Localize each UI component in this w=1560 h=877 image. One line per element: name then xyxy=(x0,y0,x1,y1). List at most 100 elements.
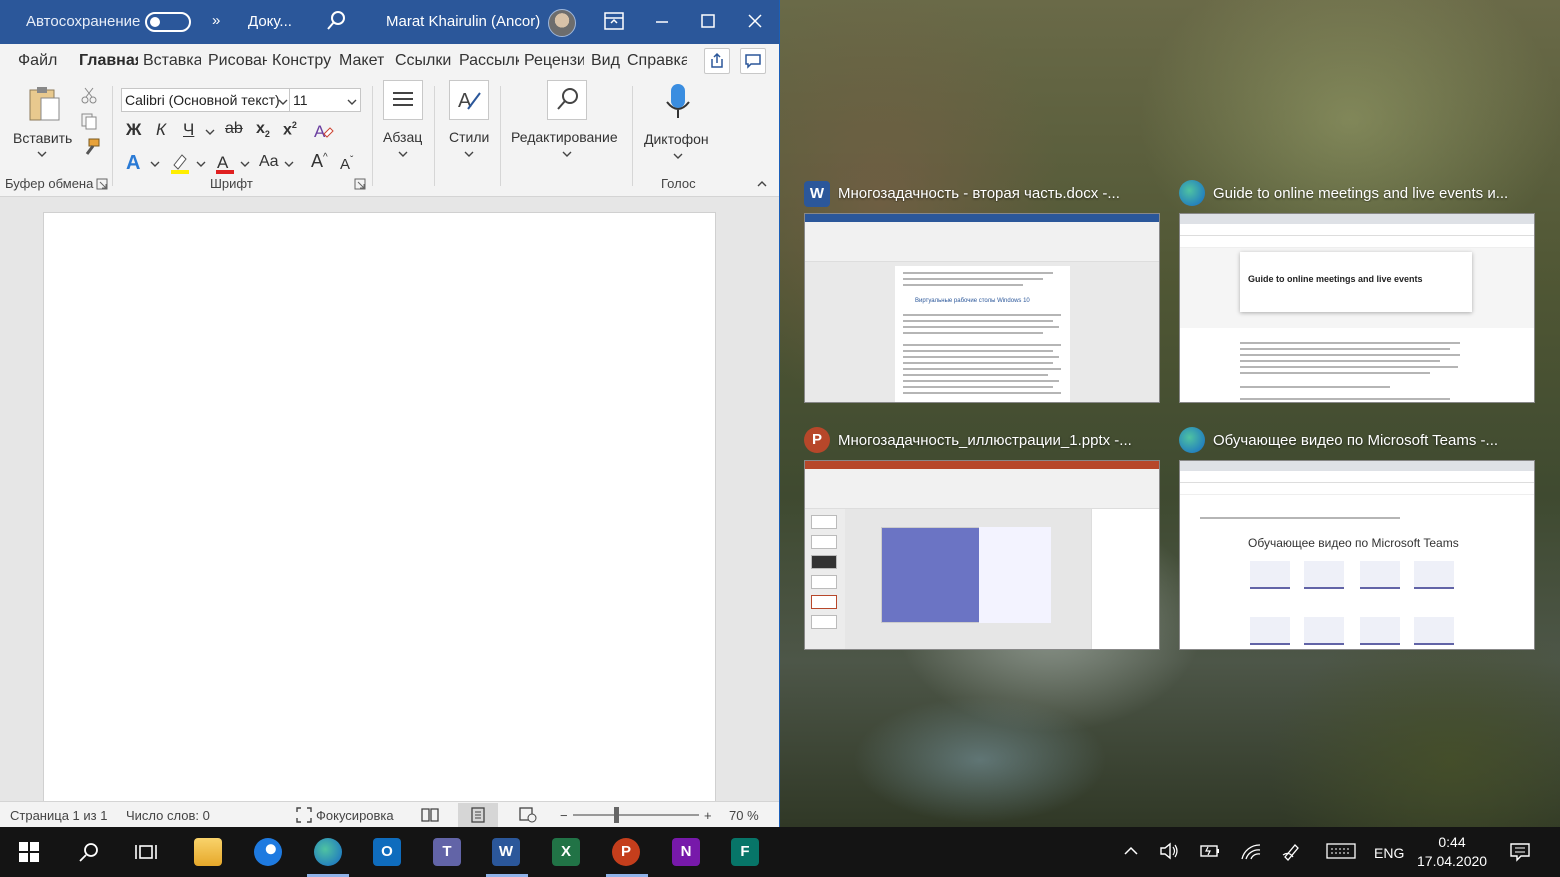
input-language[interactable]: ENG xyxy=(1374,845,1404,861)
chevron-down-icon[interactable] xyxy=(204,128,216,136)
paragraph-button[interactable] xyxy=(383,80,423,120)
more-commands-button[interactable]: » xyxy=(212,12,220,29)
styles-label[interactable]: Стили xyxy=(449,129,489,145)
snap-thumbnail-edge-guide[interactable]: Guide to online meetings and live events xyxy=(1179,213,1535,403)
dialog-launcher-icon[interactable] xyxy=(354,178,366,190)
zoom-out-button[interactable]: − xyxy=(560,808,568,823)
taskbar-powerpoint[interactable]: P xyxy=(610,836,642,868)
font-color-icon[interactable]: A xyxy=(213,151,237,175)
chevron-down-icon[interactable] xyxy=(239,160,251,168)
word-count[interactable]: Число слов: 0 xyxy=(126,808,210,823)
tab-layout[interactable]: Макет xyxy=(339,52,384,70)
tab-insert[interactable]: Вставка xyxy=(143,52,201,70)
microphone-icon[interactable] xyxy=(664,80,692,124)
task-view-button[interactable] xyxy=(130,836,162,868)
battery-icon[interactable] xyxy=(1199,841,1221,861)
strikethrough-button[interactable]: ab xyxy=(225,120,243,138)
font-name-combo[interactable]: Calibri (Основной текст) xyxy=(121,88,291,112)
search-button[interactable] xyxy=(73,836,105,868)
document-page[interactable] xyxy=(43,212,716,802)
snap-title-edge-teams[interactable]: Обучающее видео по Microsoft Teams -... xyxy=(1213,432,1533,449)
superscript-button[interactable]: x2 xyxy=(283,120,297,139)
read-mode-icon[interactable] xyxy=(421,807,439,823)
tab-design[interactable]: Конструктор xyxy=(272,52,332,70)
grow-font-button[interactable]: A^ xyxy=(311,151,328,172)
web-layout-icon[interactable] xyxy=(519,807,537,823)
tab-draw[interactable]: Рисование xyxy=(208,52,267,70)
chevron-down-icon[interactable] xyxy=(463,150,475,158)
page-count[interactable]: Страница 1 из 1 xyxy=(10,808,107,823)
editing-button[interactable] xyxy=(547,80,587,120)
chevron-up-icon[interactable] xyxy=(1123,845,1139,857)
share-button[interactable] xyxy=(704,48,730,74)
highlight-icon[interactable] xyxy=(168,151,192,175)
minimize-icon[interactable] xyxy=(652,8,672,34)
taskbar-edge[interactable] xyxy=(252,836,284,868)
comments-button[interactable] xyxy=(740,48,766,74)
pen-workspace-icon[interactable] xyxy=(1281,841,1303,861)
subscript-button[interactable]: x2 xyxy=(256,120,270,139)
zoom-slider-thumb[interactable] xyxy=(614,807,619,823)
ribbon-display-options-icon[interactable] xyxy=(604,12,624,30)
snap-title-word[interactable]: Многозадачность - вторая часть.docx -... xyxy=(838,185,1158,202)
chevron-down-icon[interactable] xyxy=(561,150,573,158)
wifi-icon[interactable] xyxy=(1240,841,1262,861)
chevron-down-icon[interactable] xyxy=(149,160,161,168)
tab-help[interactable]: Справка xyxy=(627,52,687,70)
maximize-icon[interactable] xyxy=(698,8,718,34)
focus-icon[interactable] xyxy=(296,807,312,823)
taskbar-file-explorer[interactable] xyxy=(192,836,224,868)
snap-title-powerpoint[interactable]: Многозадачность_иллюстрации_1.pptx -... xyxy=(838,432,1158,449)
taskbar-word[interactable]: W xyxy=(490,836,522,868)
chevron-down-icon[interactable] xyxy=(397,150,409,158)
taskbar-teams[interactable]: T xyxy=(431,836,463,868)
tab-home[interactable]: Главная xyxy=(79,52,138,70)
clear-formatting-icon[interactable]: A xyxy=(312,120,334,142)
autosave-toggle[interactable] xyxy=(145,12,191,32)
styles-button[interactable]: A xyxy=(449,80,489,120)
snap-thumbnail-edge-teams[interactable]: Обучающее видео по Microsoft Teams xyxy=(1179,460,1535,650)
avatar[interactable] xyxy=(548,9,576,37)
clock[interactable]: 0:44 17.04.2020 xyxy=(1417,833,1487,871)
italic-button[interactable]: К xyxy=(156,120,166,140)
tab-references[interactable]: Ссылки xyxy=(395,52,451,70)
change-case-button[interactable]: Aa xyxy=(259,153,279,171)
close-icon[interactable] xyxy=(745,8,765,34)
zoom-slider-track[interactable] xyxy=(573,814,699,816)
copy-icon[interactable] xyxy=(80,112,98,130)
chevron-down-icon[interactable] xyxy=(195,160,207,168)
search-icon[interactable] xyxy=(326,10,346,32)
tab-file[interactable]: Файл xyxy=(18,52,57,70)
editing-label[interactable]: Редактирование xyxy=(511,129,618,145)
print-layout-button[interactable] xyxy=(458,803,498,827)
chevron-down-icon[interactable] xyxy=(283,160,295,168)
tab-mailings[interactable]: Рассылки xyxy=(459,52,519,70)
volume-icon[interactable] xyxy=(1159,841,1181,861)
chevron-down-icon[interactable] xyxy=(277,98,289,106)
chevron-down-icon[interactable] xyxy=(672,152,684,160)
tab-view[interactable]: Вид xyxy=(591,52,620,70)
document-name[interactable]: Доку... xyxy=(248,13,292,30)
taskbar-excel[interactable]: X xyxy=(550,836,582,868)
paste-icon[interactable] xyxy=(26,84,62,124)
dialog-launcher-icon[interactable] xyxy=(96,178,108,190)
shrink-font-button[interactable]: Aˇ xyxy=(340,155,353,173)
paste-button[interactable]: Вставить xyxy=(13,130,72,146)
text-effects-icon[interactable]: A xyxy=(125,151,147,175)
zoom-level[interactable]: 70 % xyxy=(729,808,759,823)
taskbar-forms[interactable]: F xyxy=(729,836,761,868)
start-button[interactable] xyxy=(13,836,45,868)
taskbar-edge-beta[interactable] xyxy=(312,836,344,868)
tab-review[interactable]: Рецензирование xyxy=(524,52,584,70)
cut-icon[interactable] xyxy=(80,86,98,104)
chevron-down-icon[interactable] xyxy=(36,150,48,158)
underline-button[interactable]: Ч xyxy=(183,120,194,140)
chevron-down-icon[interactable] xyxy=(346,98,358,106)
dictate-button[interactable]: Диктофон xyxy=(644,131,709,147)
format-painter-icon[interactable] xyxy=(80,138,100,156)
snap-thumbnail-powerpoint[interactable] xyxy=(804,460,1160,650)
taskbar-outlook[interactable]: O xyxy=(371,836,403,868)
user-name[interactable]: Marat Khairulin (Ancor) xyxy=(386,13,540,30)
focus-mode-button[interactable]: Фокусировка xyxy=(316,808,394,823)
snap-title-edge-guide[interactable]: Guide to online meetings and live events… xyxy=(1213,185,1533,202)
